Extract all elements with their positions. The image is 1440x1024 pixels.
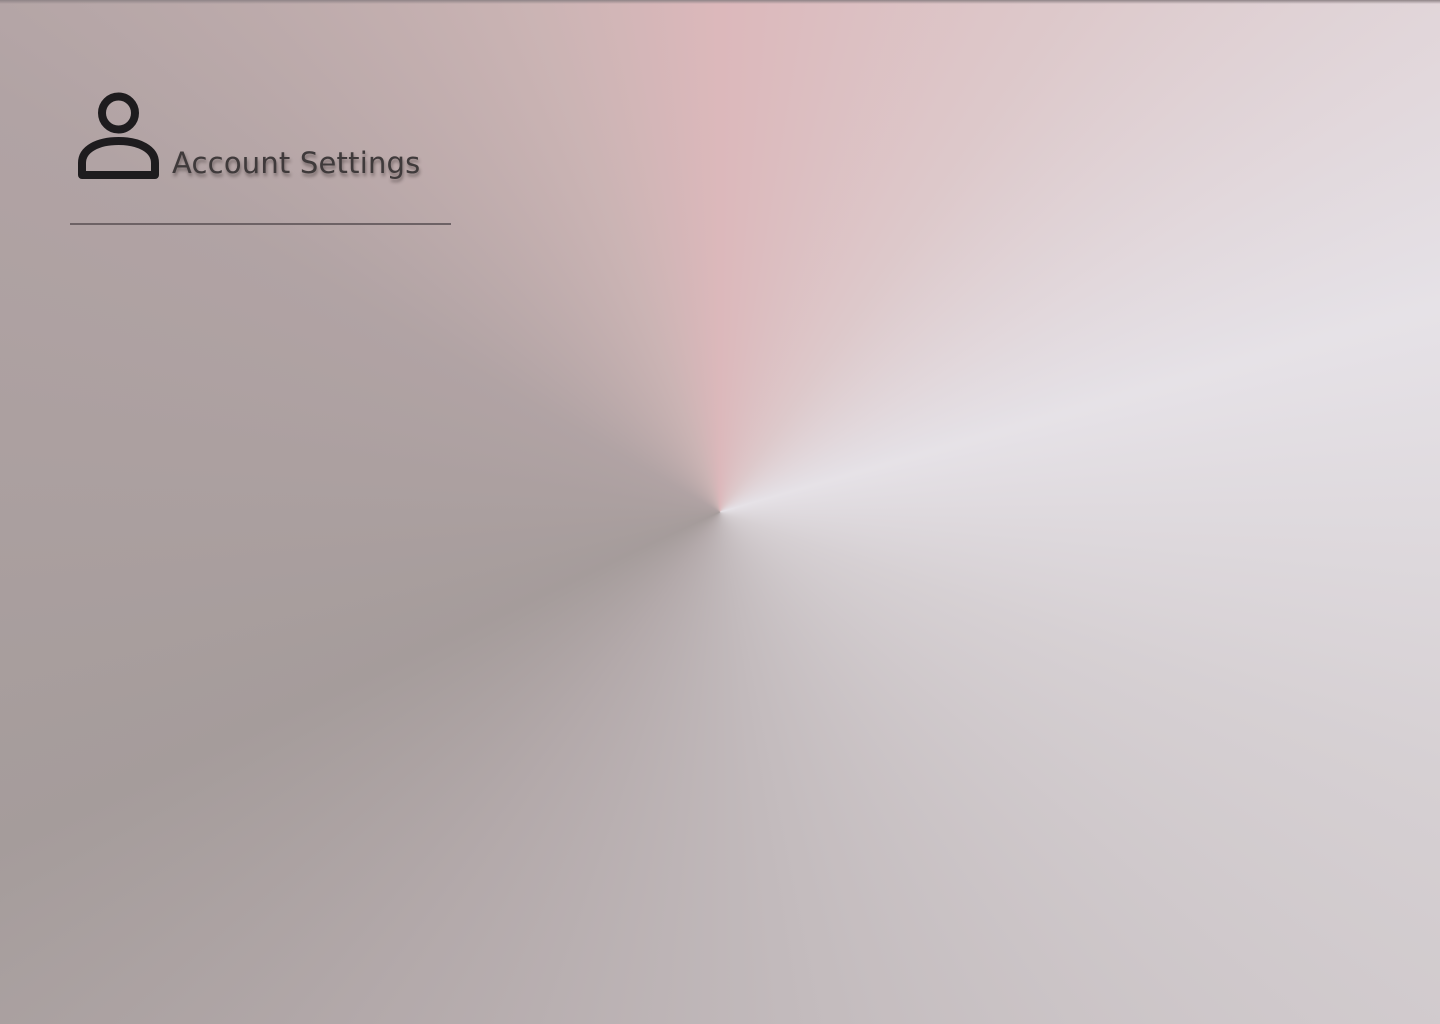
window-top-edge: [0, 0, 1440, 4]
header-divider: [70, 223, 451, 225]
account-settings-header: Account Settings: [70, 88, 451, 226]
user-icon: [78, 91, 159, 179]
page-title: Account Settings: [172, 146, 421, 180]
